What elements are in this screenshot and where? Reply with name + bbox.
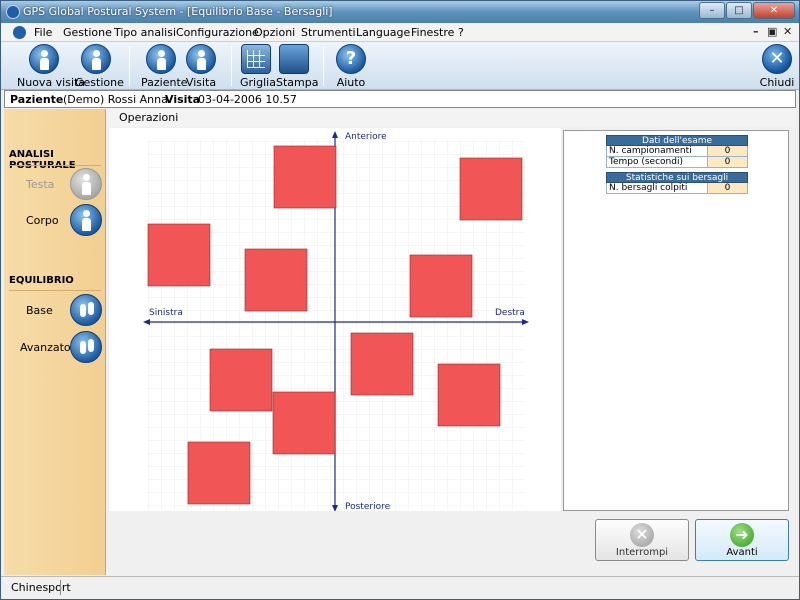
menu-finestre[interactable]: Finestre (411, 26, 454, 39)
footprints-icon (70, 294, 102, 326)
menu-language[interactable]: Language (356, 26, 410, 39)
left-label: Sinistra (149, 308, 183, 318)
menu-strumenti[interactable]: Strumenti (301, 26, 356, 39)
target-square (272, 391, 336, 455)
target-square (350, 332, 414, 396)
target-plot-area: Anteriore Posteriore Sinistra Destra (109, 128, 561, 512)
maximize-button[interactable]: □ (726, 2, 752, 19)
head-icon (70, 168, 102, 200)
management-button[interactable]: Gestione (75, 44, 124, 89)
title-bar: GPS Global Postural System - [Equilibrio… (1, 1, 799, 23)
new-visit-button[interactable]: Nuova visita (17, 44, 85, 89)
arrow-up-icon (332, 131, 338, 138)
operations-label: Operazioni (119, 111, 179, 124)
mdi-minimize-icon[interactable]: – (753, 25, 759, 38)
interrupt-button[interactable]: ✕ Interrompi (595, 519, 689, 561)
mdi-restore-icon[interactable]: ▣ (767, 25, 777, 38)
target-square (209, 348, 273, 412)
person-icon (29, 44, 59, 74)
toolbar: Nuova visita Gestione Paziente Visita Gr… (1, 42, 799, 90)
window-title: GPS Global Postural System - [Equilibrio… (23, 5, 333, 18)
posterior-label: Posteriore (345, 502, 391, 511)
sidebar: ANALISI POSTURALE Testa Corpo EQUILIBRIO… (4, 109, 106, 575)
close-button[interactable]: ✕ Chiudi (759, 44, 795, 89)
cancel-icon: ✕ (630, 523, 654, 547)
sidebar-item-base[interactable]: Base (4, 294, 104, 328)
target-square (409, 254, 473, 318)
footprints-icon (70, 331, 102, 363)
minimize-button[interactable]: – (699, 2, 725, 19)
exam-data-table: Dati dell'esame N. campionamenti 0 Tempo… (606, 135, 748, 168)
body-icon (70, 204, 102, 236)
toolbar-separator (323, 46, 324, 86)
arrow-right-icon: ➜ (730, 523, 754, 547)
menu-tipo-analisi[interactable]: Tipo analisi (114, 26, 176, 39)
divider (9, 165, 101, 166)
exam-statistics-panel: Dati dell'esame N. campionamenti 0 Tempo… (563, 130, 789, 511)
patient-label: Paziente (10, 93, 64, 106)
anterior-label: Anteriore (345, 132, 387, 142)
status-divider (60, 580, 61, 595)
close-icon: ✕ (762, 44, 792, 74)
table-row: N. campionamenti 0 (606, 146, 748, 157)
menu-app-icon[interactable] (13, 26, 26, 39)
grid-button[interactable]: Griglia (240, 44, 276, 89)
right-label: Destra (495, 308, 525, 318)
patient-icon (146, 44, 176, 74)
status-text: Chinesport (11, 581, 71, 594)
person-icon (81, 44, 111, 74)
sidebar-item-body[interactable]: Corpo (4, 204, 104, 238)
visit-icon (186, 44, 216, 74)
menu-configurazione[interactable]: Configurazione (176, 26, 259, 39)
operations-bar: Operazioni (109, 109, 796, 127)
action-panel: ✕ Interrompi ➜ Avanti (109, 513, 796, 575)
menu-bar: File Gestione Tipo analisi Configurazion… (1, 23, 799, 42)
help-button[interactable]: ? Aiuto (334, 44, 368, 89)
targets-stats-table: Statistiche sui bersagli N. bersagli col… (606, 172, 748, 194)
menu-file[interactable]: File (34, 26, 52, 39)
status-bar: Chinesport (1, 576, 799, 599)
print-icon (279, 44, 309, 74)
visit-date: 03-04-2006 10.57 (198, 93, 297, 106)
toolbar-separator (129, 46, 130, 86)
menu-opzioni[interactable]: Opzioni (254, 26, 295, 39)
target-square (459, 157, 523, 221)
arrow-right-icon (522, 319, 529, 325)
next-button[interactable]: ➜ Avanti (695, 519, 789, 561)
menu-help[interactable]: ? (458, 26, 464, 39)
targets-stats-title: Statistiche sui bersagli (606, 172, 748, 183)
mdi-close-icon[interactable]: ✕ (783, 25, 792, 38)
target-square (187, 441, 251, 505)
visit-label: Visita (165, 93, 201, 106)
patient-name: (Demo) Rossi Anna (63, 93, 168, 106)
app-icon (6, 5, 20, 19)
patient-button[interactable]: Paziente (141, 44, 188, 89)
sidebar-item-advanced[interactable]: Avanzato (4, 331, 104, 365)
application-window: GPS Global Postural System - [Equilibrio… (0, 0, 800, 600)
target-square (147, 223, 211, 287)
target-square (437, 363, 501, 427)
divider (9, 290, 101, 291)
close-window-button[interactable]: ✕ (753, 2, 795, 19)
table-row: Tempo (secondi) 0 (606, 157, 748, 168)
exam-data-title: Dati dell'esame (606, 135, 748, 146)
arrow-left-icon (143, 319, 150, 325)
target-plot: Anteriore Posteriore Sinistra Destra (143, 131, 529, 512)
help-icon: ? (336, 44, 366, 74)
patient-bar: Paziente (Demo) Rossi Anna Visita 03-04-… (4, 90, 796, 108)
print-button[interactable]: Stampa (276, 44, 318, 89)
section-balance: EQUILIBRIO (9, 275, 74, 286)
table-row: N. bersagli colpiti 0 (606, 183, 748, 194)
target-square (273, 145, 337, 209)
menu-gestione[interactable]: Gestione (63, 26, 112, 39)
grid-icon (241, 44, 271, 74)
sidebar-item-head[interactable]: Testa (4, 168, 104, 202)
toolbar-separator (231, 46, 232, 86)
visit-button[interactable]: Visita (185, 44, 217, 89)
target-square (244, 248, 308, 312)
